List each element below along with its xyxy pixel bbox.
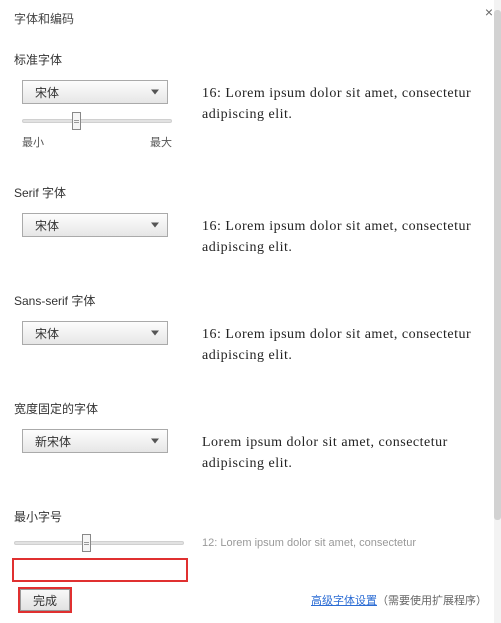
chevron-down-icon <box>151 439 159 444</box>
advanced-font-settings-link[interactable]: 高级字体设置 <box>311 595 377 607</box>
sans-serif-font-preview: 16: Lorem ipsum dolor sit amet, consecte… <box>202 324 487 366</box>
footer-note-text: （需要使用扩展程序） <box>377 595 487 607</box>
footer: 完成 高级字体设置（需要使用扩展程序） <box>0 589 501 611</box>
close-icon[interactable]: × <box>485 4 493 20</box>
section-standard-font: 标准字体 宋体 最小 最大 1 <box>14 51 487 150</box>
section-label: Sans-serif 字体 <box>14 292 487 309</box>
select-value: 新宋体 <box>35 433 71 450</box>
select-value: 宋体 <box>35 217 59 234</box>
page-title: 字体和编码 <box>14 10 487 27</box>
standard-font-size-slider[interactable] <box>22 116 172 126</box>
section-sans-serif-font: Sans-serif 字体 宋体 16: Lorem ipsum dolor s… <box>14 292 487 366</box>
sans-serif-font-select[interactable]: 宋体 <box>22 321 168 345</box>
slider-thumb[interactable] <box>82 534 91 552</box>
section-serif-font: Serif 字体 宋体 16: Lorem ipsum dolor sit am… <box>14 184 487 258</box>
minimum-font-size-slider[interactable] <box>14 538 184 548</box>
slider-min-label: 最小 <box>22 134 44 150</box>
slider-thumb[interactable] <box>72 112 81 130</box>
serif-font-preview: 16: Lorem ipsum dolor sit amet, consecte… <box>202 216 487 258</box>
chevron-down-icon <box>151 331 159 336</box>
serif-font-select[interactable]: 宋体 <box>22 213 168 237</box>
select-value: 宋体 <box>35 84 59 101</box>
chevron-down-icon <box>151 90 159 95</box>
section-fixed-width-font: 宽度固定的字体 新宋体 Lorem ipsum dolor sit amet, … <box>14 400 487 474</box>
minimum-font-size-preview: 12: Lorem ipsum dolor sit amet, consecte… <box>202 537 487 549</box>
chevron-down-icon <box>151 223 159 228</box>
standard-font-preview: 16: Lorem ipsum dolor sit amet, consecte… <box>202 83 487 125</box>
settings-page: 字体和编码 标准字体 宋体 最小 最大 <box>0 0 501 549</box>
done-button[interactable]: 完成 <box>20 589 70 611</box>
section-label: 最小字号 <box>14 508 487 525</box>
section-label: Serif 字体 <box>14 184 487 201</box>
standard-font-select[interactable]: 宋体 <box>22 80 168 104</box>
section-minimum-font-size: 最小字号 12: Lorem ipsum dolor sit amet, con… <box>14 508 487 549</box>
section-label: 宽度固定的字体 <box>14 400 487 417</box>
select-value: 宋体 <box>35 325 59 342</box>
fixed-width-font-preview: Lorem ipsum dolor sit amet, consectetur … <box>202 432 487 474</box>
slider-max-label: 最大 <box>150 134 172 150</box>
fixed-width-font-select[interactable]: 新宋体 <box>22 429 168 453</box>
section-label: 标准字体 <box>14 51 487 68</box>
highlight-annotation <box>12 558 188 582</box>
footer-note: 高级字体设置（需要使用扩展程序） <box>311 592 487 608</box>
scrollbar-thumb[interactable] <box>494 10 501 520</box>
scrollbar[interactable] <box>494 0 501 623</box>
